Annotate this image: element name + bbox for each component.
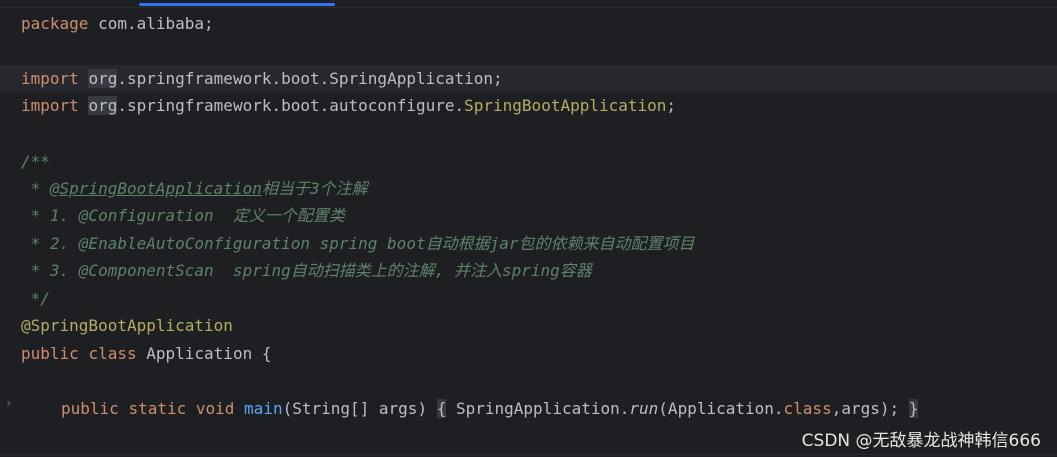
- code-line-import-1: import org.springframework.boot.SpringAp…: [0, 65, 1057, 92]
- doc-comment-line-1: * @SpringBootApplication相当于3个注解: [21, 175, 368, 202]
- import-path: .springframework.boot.SpringApplication;: [117, 69, 503, 88]
- class-annotation: @SpringBootApplication: [21, 316, 233, 335]
- doc-comment-line-2: * 1. @Configuration 定义一个配置类: [21, 206, 345, 225]
- keyword-package: package: [21, 14, 89, 33]
- keyword-public: public: [61, 399, 119, 418]
- import-annotation-class: SpringBootApplication: [464, 96, 667, 115]
- import-package-root: org: [88, 96, 118, 115]
- doc-text: 相当于3个注解: [261, 179, 368, 198]
- keyword-static: static: [128, 399, 187, 418]
- method-params: (String[] args): [282, 399, 428, 418]
- keyword-public: public: [21, 344, 79, 363]
- semicolon: ;: [666, 96, 677, 115]
- editor-bottom-border: [0, 454, 1057, 455]
- doc-comment-open: /**: [21, 152, 50, 171]
- class-name: Application {: [136, 344, 272, 363]
- fold-arrow-icon[interactable]: ›: [5, 396, 12, 410]
- static-method-run: run: [629, 399, 659, 418]
- doc-prefix: *: [21, 179, 50, 198]
- package-name: com.alibaba;: [88, 14, 214, 33]
- code-line-main-method: public static void main(String[] args) {…: [61, 395, 919, 422]
- code-editor[interactable]: › package com.alibaba; import org.spring…: [0, 8, 1057, 457]
- keyword-class: class: [88, 344, 137, 363]
- doc-comment-line-4: * 3. @ComponentScan spring自动扫描类上的注解, 并注入…: [21, 261, 592, 280]
- code-line-import-2: import org.springframework.boot.autoconf…: [21, 92, 676, 119]
- editor-tab-bar: [0, 0, 1057, 8]
- import-path: .springframework.boot.autoconfigure.: [117, 96, 465, 115]
- folded-close-brace[interactable]: }: [908, 399, 919, 418]
- code-line-package: package com.alibaba;: [21, 10, 214, 37]
- doc-comment-line-3: * 2. @EnableAutoConfiguration spring boo…: [21, 234, 695, 253]
- method-args: (Application.: [658, 399, 784, 418]
- method-args-end: ,args);: [831, 399, 900, 418]
- watermark-text: CSDN @无敌暴龙战神韩信666: [801, 431, 1041, 451]
- keyword-class: class: [783, 399, 832, 418]
- keyword-import: import: [21, 69, 79, 88]
- doc-comment-close: */: [21, 289, 50, 308]
- method-name-main: main: [244, 399, 283, 418]
- folded-open-brace[interactable]: {: [436, 399, 447, 418]
- active-tab-indicator[interactable]: [139, 3, 335, 6]
- method-body: SpringApplication.: [446, 399, 630, 418]
- keyword-import: import: [21, 96, 79, 115]
- import-package-root: org: [88, 69, 118, 88]
- code-line-class-decl: public class Application {: [21, 340, 271, 367]
- doc-link-tag[interactable]: @SpringBootApplication: [50, 179, 262, 198]
- keyword-void: void: [195, 399, 235, 418]
